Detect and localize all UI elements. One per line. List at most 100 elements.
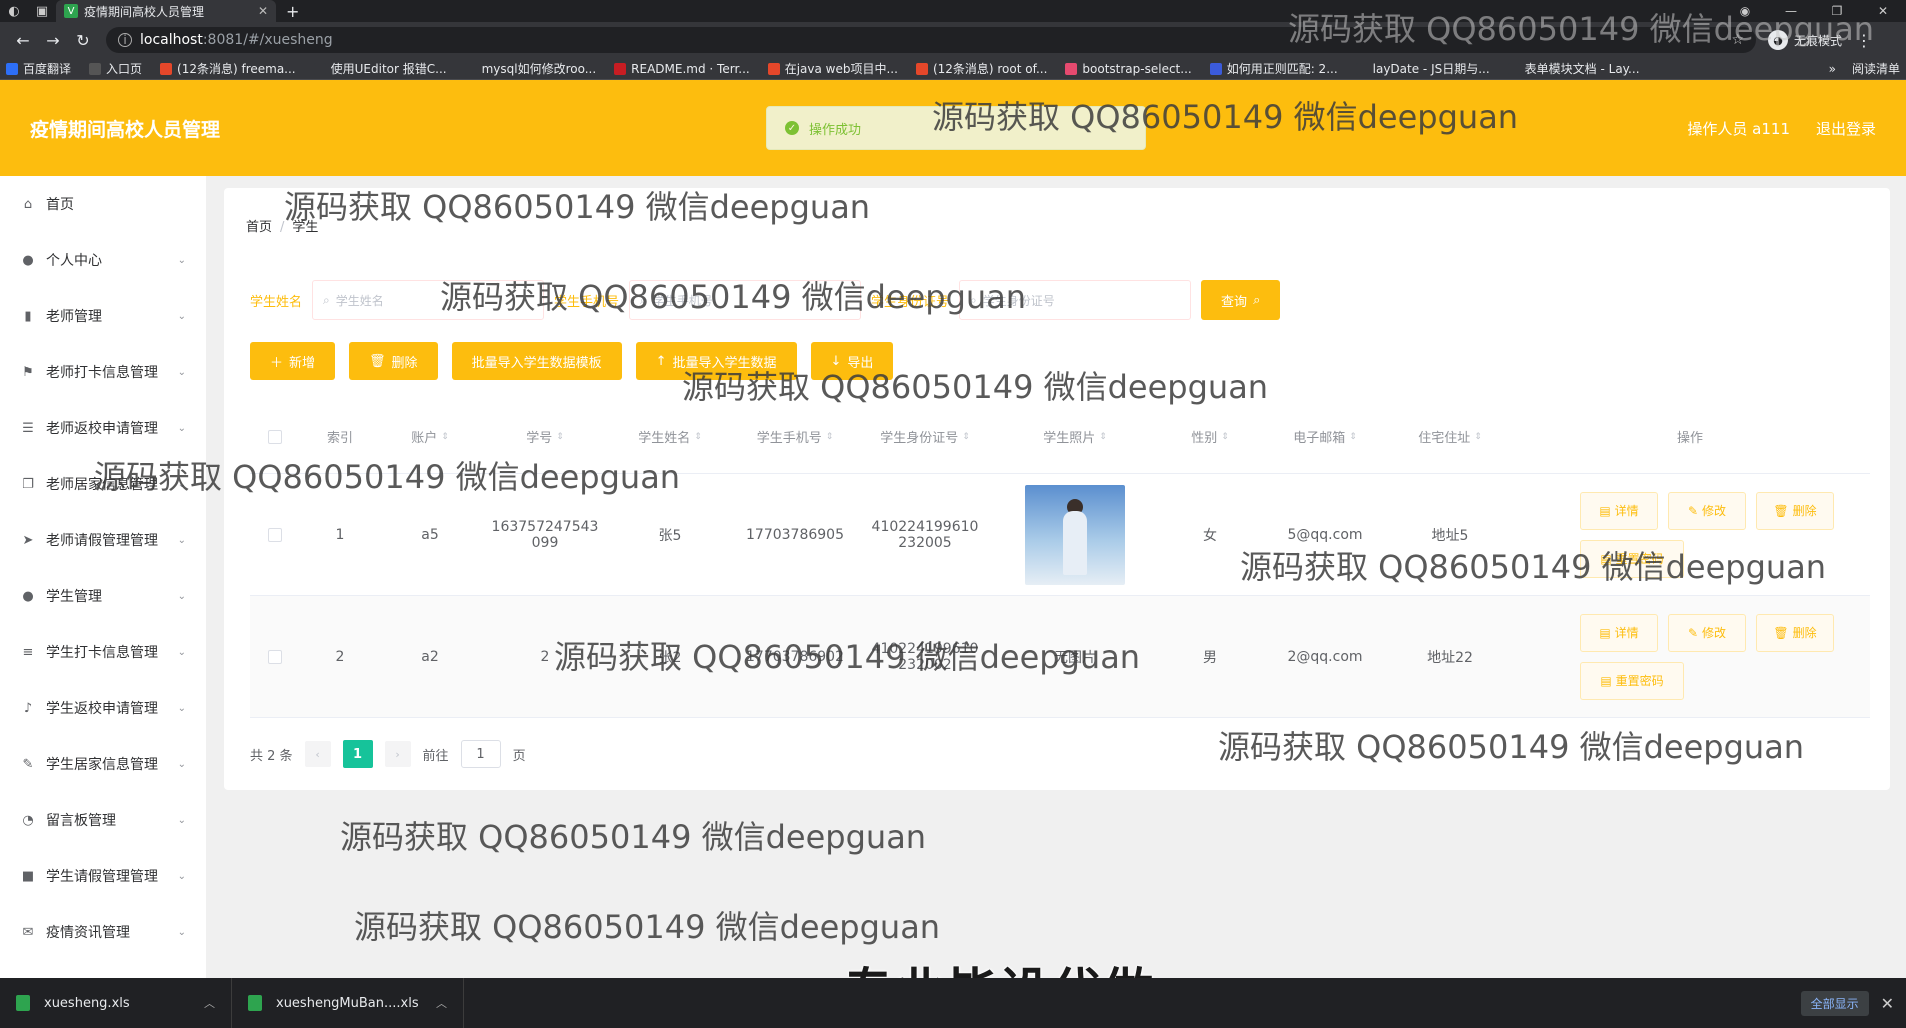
download-item[interactable]: xueshengMuBan....xls ︿: [232, 978, 464, 1028]
detail-button[interactable]: ▤ 详情: [1580, 613, 1658, 652]
batch-delete-button[interactable]: 🗑 删除: [349, 342, 438, 380]
column-header[interactable]: 住宅住址 ⇕: [1390, 427, 1510, 446]
column-header[interactable]: 学号 ⇕: [480, 427, 610, 446]
incognito-indicator[interactable]: ◕ 无痕模式: [1768, 30, 1842, 50]
chevron-up-icon[interactable]: ︿: [436, 995, 447, 1011]
detail-button[interactable]: ▤ 详情: [1580, 491, 1658, 530]
id-search-input[interactable]: ⌕ 学生身份证号: [959, 280, 1192, 320]
bookmark-item[interactable]: 入口页: [89, 60, 142, 77]
bookmark-item[interactable]: (12条消息) freema...: [160, 60, 296, 77]
bookmark-item[interactable]: README.md · Terr...: [614, 62, 750, 76]
logout-link[interactable]: 退出登录: [1816, 118, 1876, 139]
name-search-input[interactable]: ⌕ 学生姓名: [312, 280, 545, 320]
sort-icon[interactable]: ⇕: [694, 432, 702, 442]
browser-menu-icon[interactable]: ⋮: [1856, 31, 1872, 50]
select-all-checkbox[interactable]: [268, 429, 282, 444]
column-header[interactable]: 学生姓名 ⇕: [610, 427, 730, 446]
sort-icon[interactable]: ⇕: [556, 432, 564, 442]
row-select[interactable]: [250, 649, 300, 664]
bookmark-item[interactable]: mysql如何修改roo...: [464, 60, 596, 77]
sidebar-item[interactable]: ❐ 老师居家信息管理 ⌄: [0, 456, 206, 512]
bookmark-item[interactable]: 使用UEditor 报错C...: [313, 60, 447, 77]
row-checkbox[interactable]: [268, 527, 282, 542]
bookmark-item[interactable]: 表单模块文档 - Lay...: [1507, 60, 1640, 77]
sidebar-item[interactable]: ■ 学生请假管理管理 ⌄: [0, 848, 206, 904]
sidebar-item[interactable]: ● 学生管理 ⌄: [0, 568, 206, 624]
more-bookmarks-icon[interactable]: »: [1829, 62, 1836, 76]
sidebar-item[interactable]: ◔ 留言板管理 ⌄: [0, 792, 206, 848]
query-button[interactable]: 查询 ⌕: [1201, 280, 1281, 320]
sort-icon[interactable]: ⇕: [1099, 432, 1107, 442]
next-page-icon[interactable]: ›: [384, 741, 411, 767]
sidebar-item[interactable]: ➤ 老师请假管理管理 ⌄: [0, 512, 206, 568]
add-button[interactable]: ＋ 新增: [250, 342, 336, 380]
sort-icon[interactable]: ⇕: [1221, 432, 1229, 442]
sort-icon[interactable]: ⇕: [1349, 432, 1357, 442]
column-header[interactable]: 学生照片 ⇕: [990, 427, 1160, 446]
row-checkbox[interactable]: [268, 649, 282, 664]
reload-icon[interactable]: ↻: [68, 31, 98, 50]
column-header[interactable]: 学生身份证号 ⇕: [860, 427, 990, 446]
site-info-icon[interactable]: i: [118, 33, 132, 47]
column-header[interactable]: 账户 ⇕: [380, 427, 480, 446]
sidebar-item[interactable]: ✉ 疫情资讯管理 ⌄: [0, 904, 206, 960]
prev-page-icon[interactable]: ‹: [304, 741, 331, 767]
reset-password-button[interactable]: ▤ 重置密码: [1580, 539, 1684, 578]
header-select-all[interactable]: [250, 429, 300, 444]
sidebar-item[interactable]: ● 个人中心 ⌄: [0, 232, 206, 288]
minimize-icon[interactable]: —: [1768, 4, 1814, 18]
current-page[interactable]: 1: [342, 740, 373, 768]
breadcrumb-home[interactable]: 首页: [246, 220, 272, 235]
close-window-icon[interactable]: ✕: [1860, 4, 1906, 18]
new-tab-icon[interactable]: +: [286, 2, 299, 21]
edit-button[interactable]: ✎ 修改: [1668, 491, 1746, 530]
sort-icon[interactable]: ⇕: [962, 432, 970, 442]
sidebar-item[interactable]: ♪ 学生返校申请管理 ⌄: [0, 680, 206, 736]
profile-icon[interactable]: ◉: [1722, 4, 1768, 18]
bookmark-item[interactable]: bootstrap-select...: [1065, 62, 1192, 76]
delete-button[interactable]: 🗑 删除: [1756, 491, 1834, 530]
column-header[interactable]: 电子邮箱 ⇕: [1260, 427, 1390, 446]
sidebar-item[interactable]: ≡ 学生打卡信息管理 ⌄: [0, 624, 206, 680]
back-icon[interactable]: ←: [8, 31, 38, 50]
forward-icon[interactable]: →: [38, 31, 68, 50]
sidebar-item[interactable]: ⚑ 老师打卡信息管理 ⌄: [0, 344, 206, 400]
sidebar-item[interactable]: ☰ 老师返校申请管理 ⌄: [0, 400, 206, 456]
cell-student-no: 163757247543 099: [491, 518, 599, 551]
delete-button[interactable]: 🗑 删除: [1756, 613, 1834, 652]
column-header[interactable]: 性别 ⇕: [1160, 427, 1260, 446]
tab-search-icon[interactable]: ▣: [28, 0, 56, 22]
browser-tab-active[interactable]: V 疫情期间高校人员管理 ✕: [56, 0, 276, 22]
bookmark-item[interactable]: (12条消息) root of...: [915, 60, 1047, 77]
chevron-up-icon[interactable]: ︿: [204, 995, 215, 1011]
page-jump-input[interactable]: 1: [460, 740, 501, 768]
bookmark-item[interactable]: 如何用正则匹配: 2...: [1209, 60, 1338, 77]
chevron-down-icon: ⌄: [177, 310, 186, 322]
sort-icon[interactable]: ⇕: [1474, 432, 1482, 442]
import-template-button[interactable]: 批量导入学生数据模板: [451, 342, 622, 380]
reading-list-button[interactable]: 阅读清单: [1852, 60, 1900, 77]
import-data-button[interactable]: ↑ 批量导入学生数据: [635, 342, 797, 380]
sidebar-item[interactable]: ✎ 学生居家信息管理 ⌄: [0, 736, 206, 792]
download-item[interactable]: xuesheng.xls ︿: [0, 978, 232, 1028]
sort-icon[interactable]: ⇕: [826, 432, 834, 442]
restore-icon[interactable]: ❐: [1814, 4, 1860, 18]
sort-icon[interactable]: ⇕: [441, 432, 449, 442]
incognito-tab-icon[interactable]: ◐: [0, 0, 28, 22]
sidebar-item[interactable]: ▮ 老师管理 ⌄: [0, 288, 206, 344]
sidebar-item[interactable]: ⌂ 首页: [0, 176, 206, 232]
bookmark-item[interactable]: 百度翻译: [6, 60, 71, 77]
show-all-downloads-button[interactable]: 全部显示: [1800, 990, 1869, 1016]
url-input[interactable]: i localhost :8081/#/xuesheng ☆: [106, 27, 1756, 53]
row-select[interactable]: [250, 527, 300, 542]
export-button[interactable]: ↓ 导出: [810, 342, 894, 380]
edit-button[interactable]: ✎ 修改: [1668, 613, 1746, 652]
column-header[interactable]: 学生手机号 ⇕: [730, 427, 860, 446]
phone-search-input[interactable]: ⌕ 学生手机号: [629, 280, 862, 320]
bookmark-item[interactable]: 在java web项目中...: [767, 60, 898, 77]
close-tab-icon[interactable]: ✕: [258, 4, 268, 18]
close-download-bar-icon[interactable]: ✕: [1881, 994, 1894, 1013]
bookmark-item[interactable]: layDate - JS日期与...: [1355, 60, 1490, 77]
reset-password-button[interactable]: ▤ 重置密码: [1580, 661, 1684, 700]
bookmark-star-icon[interactable]: ☆: [1731, 32, 1744, 48]
